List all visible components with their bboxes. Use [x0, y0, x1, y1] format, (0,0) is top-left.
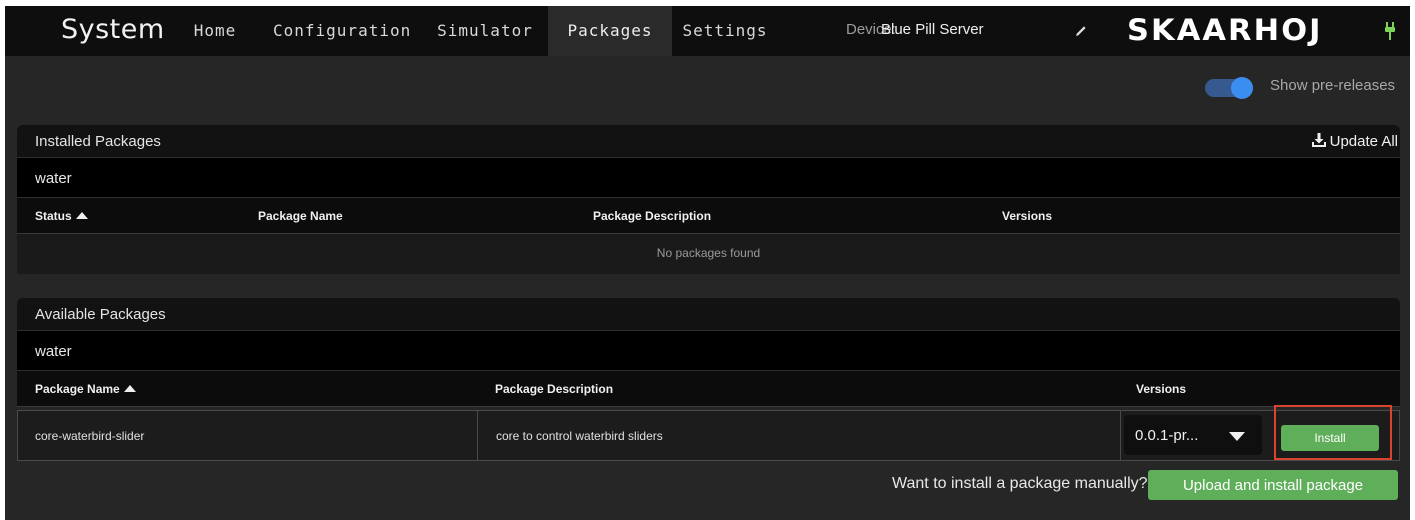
- nav-home[interactable]: Home: [185, 6, 245, 56]
- installed-packages-title: Installed Packages: [35, 133, 161, 150]
- version-value: 0.0.1-pr...: [1135, 427, 1199, 444]
- col-package-description[interactable]: Package Description: [593, 209, 711, 223]
- available-packages-title: Available Packages: [35, 306, 166, 323]
- sort-asc-icon: [75, 212, 88, 219]
- sort-asc-icon: [123, 385, 136, 392]
- available-filter: [17, 331, 1400, 371]
- installed-packages-panel: Installed Packages Update All Status Pac…: [17, 125, 1400, 274]
- pencil-icon[interactable]: [1070, 20, 1092, 42]
- plug-icon: [1385, 22, 1395, 40]
- available-table-header: Package Name Package Description Version…: [17, 371, 1400, 407]
- col-versions[interactable]: Versions: [1136, 382, 1186, 396]
- available-search-input[interactable]: [17, 331, 1400, 371]
- nav-configuration[interactable]: Configuration: [273, 6, 410, 56]
- update-all-label: Update All: [1329, 133, 1398, 150]
- package-description: core to control waterbird sliders: [496, 429, 663, 443]
- col-status[interactable]: Status: [35, 209, 88, 223]
- app-title: System: [61, 14, 165, 45]
- installed-filter: [17, 158, 1400, 198]
- no-packages-text: No packages found: [656, 246, 761, 260]
- installed-packages-header: Installed Packages Update All: [17, 125, 1400, 158]
- skaarhoj-logo: SKAARHOJ: [1127, 13, 1323, 47]
- update-all-button[interactable]: Update All: [1311, 132, 1398, 150]
- top-nav: System Home Configuration Simulator Pack…: [5, 6, 1410, 56]
- install-button[interactable]: Install: [1281, 425, 1379, 451]
- nav-packages[interactable]: Packages: [548, 6, 672, 56]
- upload-install-button[interactable]: Upload and install package: [1148, 470, 1398, 500]
- toggle-knob: [1231, 77, 1253, 99]
- nav-settings[interactable]: Settings: [680, 6, 770, 56]
- package-name: core-waterbird-slider: [35, 429, 145, 443]
- chevron-down-icon: [1229, 432, 1245, 441]
- installed-table-header: Status Package Name Package Description …: [17, 198, 1400, 234]
- col-versions[interactable]: Versions: [1002, 209, 1052, 223]
- installed-empty-state: No packages found: [17, 234, 1400, 274]
- download-icon: [1311, 133, 1326, 147]
- nav-simulator[interactable]: Simulator: [437, 6, 533, 56]
- version-select[interactable]: 0.0.1-pr...: [1124, 415, 1262, 455]
- installed-search-input[interactable]: [17, 158, 1400, 198]
- col-package-name[interactable]: Package Name: [258, 209, 343, 223]
- show-prereleases-toggle[interactable]: [1205, 77, 1255, 99]
- available-packages-panel: Available Packages Package Name Package …: [17, 298, 1400, 407]
- cell-package-name: core-waterbird-slider: [18, 411, 478, 460]
- device-name: Blue Pill Server: [881, 21, 984, 38]
- available-packages-header: Available Packages: [17, 298, 1400, 331]
- cell-package-description: core to control waterbird sliders: [478, 411, 1121, 460]
- col-package-name[interactable]: Package Name: [35, 382, 136, 396]
- col-package-name-label: Package Name: [35, 382, 120, 396]
- col-package-description[interactable]: Package Description: [495, 382, 613, 396]
- col-status-label: Status: [35, 209, 72, 223]
- manual-install-label: Want to install a package manually?: [892, 475, 1148, 492]
- show-prereleases-label: Show pre-releases: [1270, 77, 1396, 94]
- app-window: System Home Configuration Simulator Pack…: [5, 6, 1410, 520]
